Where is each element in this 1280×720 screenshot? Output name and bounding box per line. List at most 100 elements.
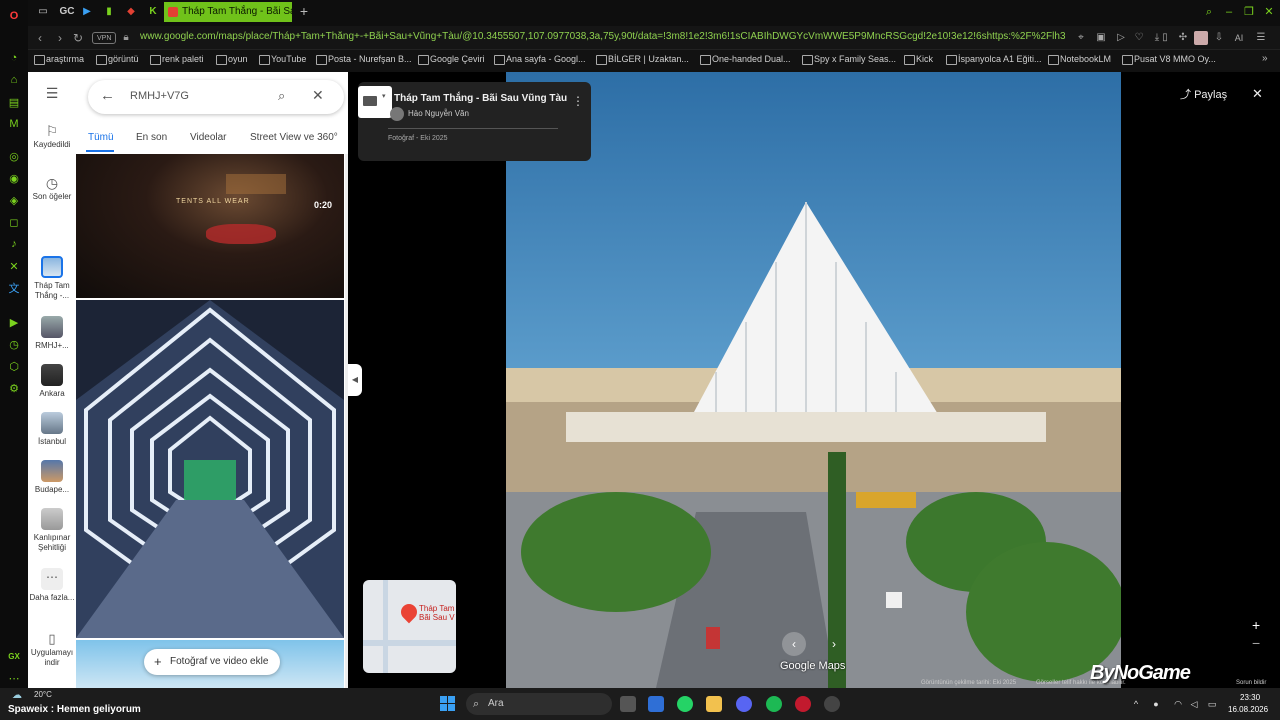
wifi-icon[interactable]: ◠: [1172, 698, 1184, 710]
task-view-icon[interactable]: [620, 696, 636, 712]
discord-icon[interactable]: ◈: [6, 192, 22, 208]
tab-videos[interactable]: Videolar: [190, 132, 227, 143]
photo-thumbnail-tunnel[interactable]: [76, 300, 344, 638]
opera-gx-icon[interactable]: [795, 696, 811, 712]
close-window-icon[interactable]: ✕: [1262, 5, 1276, 19]
translate-icon[interactable]: 文: [6, 280, 22, 296]
back-icon[interactable]: ‹: [32, 30, 48, 46]
main-photo[interactable]: [506, 72, 1121, 688]
settings-gear-icon[interactable]: ⚙: [6, 380, 22, 396]
bookmark-item[interactable]: BİLGER | Uzaktan...: [596, 54, 689, 65]
tab-workspace-icon[interactable]: ▭: [36, 5, 50, 19]
tiktok-icon[interactable]: ♪: [6, 236, 22, 252]
zoom-out-button[interactable]: −: [1252, 635, 1260, 651]
menu-icon[interactable]: ☰: [1254, 31, 1268, 45]
instagram-icon[interactable]: ◻: [6, 214, 22, 230]
nav-place-istanbul[interactable]: İstanbul: [28, 412, 76, 447]
video-popout-icon[interactable]: ▷: [1114, 31, 1128, 45]
bookmark-item[interactable]: One-handed Dual...: [700, 54, 791, 65]
gx-control-icon[interactable]: ◔: [6, 50, 22, 66]
tab-kick-icon[interactable]: K: [146, 5, 160, 19]
page-icon[interactable]: ▯: [1158, 31, 1172, 45]
bookmark-item[interactable]: YouTube: [259, 54, 306, 65]
more-options-icon[interactable]: ⋮: [572, 94, 584, 108]
tab-google-maps[interactable]: Tháp Tam Thắng - Bãi Sau: [164, 2, 292, 22]
bookmark-item[interactable]: görüntü: [96, 54, 139, 65]
taskbar-search[interactable]: ⌕ Ara: [466, 693, 612, 715]
mini-map[interactable]: Tháp Tam Bãi Sau V: [363, 580, 456, 673]
share-button[interactable]: ⤴ Paylaş: [1180, 86, 1227, 102]
search-icon[interactable]: ⌕: [278, 88, 285, 104]
add-photo-button[interactable]: + Fotoğraf ve video ekle: [144, 649, 280, 675]
player-icon[interactable]: ▶: [6, 314, 22, 330]
ai-button[interactable]: AI: [1230, 31, 1248, 45]
clock-date[interactable]: 16.08.2026: [1228, 705, 1268, 714]
reload-icon[interactable]: ↻: [70, 30, 86, 46]
bookmarks-overflow-icon[interactable]: »: [1262, 53, 1268, 64]
messenger-icon[interactable]: ◎: [6, 148, 22, 164]
search-tabs-icon[interactable]: ⌕: [1202, 5, 1216, 19]
tab-latest[interactable]: En son: [136, 132, 167, 143]
nav-recent[interactable]: ◷ Son öğeler: [28, 176, 76, 202]
restore-icon[interactable]: ❐: [1242, 5, 1256, 19]
nav-place-kanlipinar[interactable]: Kanlıpınar Şehitliği: [28, 508, 76, 553]
history-icon[interactable]: ◷: [6, 336, 22, 352]
pin-icon[interactable]: ⌖: [1074, 31, 1088, 45]
file-explorer-icon[interactable]: [706, 696, 722, 712]
discord-icon[interactable]: [736, 696, 752, 712]
minimize-icon[interactable]: –: [1222, 5, 1236, 19]
whatsapp-icon[interactable]: ◉: [6, 170, 22, 186]
next-photo-button[interactable]: ›: [822, 632, 846, 656]
bookmark-item[interactable]: Pusat V8 MMO Oy...: [1122, 54, 1216, 65]
forward-icon[interactable]: ›: [52, 30, 68, 46]
bookmark-item[interactable]: oyun: [216, 54, 248, 65]
windows-start-icon[interactable]: [440, 696, 456, 712]
nav-place-ankara[interactable]: Ankara: [28, 364, 76, 399]
search-input[interactable]: RMHJ+V7G: [130, 90, 189, 102]
thumbnails-toggle[interactable]: ▾: [358, 86, 392, 118]
tab-all[interactable]: Tümü: [88, 132, 114, 143]
clock-time[interactable]: 23:30: [1240, 693, 1260, 702]
bookmark-item[interactable]: NotebookLM: [1048, 54, 1111, 65]
bookmark-item[interactable]: Ana sayfa - Googl...: [494, 54, 586, 65]
steam-icon[interactable]: [824, 696, 840, 712]
photo-author[interactable]: Hảo Nguyễn Văn: [408, 109, 469, 118]
extension-image-icon[interactable]: [1194, 31, 1208, 45]
nav-more[interactable]: ⋯ Daha fazla...: [28, 568, 76, 603]
microphone-icon[interactable]: ●: [1150, 698, 1162, 710]
vpn-badge[interactable]: VPN: [92, 32, 117, 44]
tab-gc-icon[interactable]: GC: [58, 5, 76, 19]
lock-icon[interactable]: 🔒︎: [118, 30, 134, 46]
bookmark-item[interactable]: Spy x Family Seas...: [802, 54, 896, 65]
photo-place-title[interactable]: Tháp Tam Thắng - Bãi Sau Vũng Tàu: [394, 93, 567, 104]
close-icon[interactable]: ✕: [312, 87, 324, 104]
tab-game-icon[interactable]: ◆: [124, 5, 138, 19]
snapshot-icon[interactable]: ▣: [1094, 31, 1108, 45]
search-box[interactable]: ← RMHJ+V7G ⌕ ✕: [88, 80, 344, 114]
zoom-in-button[interactable]: +: [1252, 617, 1260, 633]
nav-place-rmhj[interactable]: RMHJ+...: [28, 316, 76, 351]
bookmark-item[interactable]: İspanyolca A1 Eğiti...: [946, 54, 1042, 65]
whatsapp-icon[interactable]: [677, 696, 693, 712]
tab-street-view[interactable]: Street View ve 360°: [250, 132, 338, 143]
prev-photo-button[interactable]: ‹: [782, 632, 806, 656]
collapse-panel-button[interactable]: ◀: [348, 364, 362, 396]
report-problem-link[interactable]: Sorun bildir: [1236, 680, 1266, 686]
nav-download-app[interactable]: ▯ Uygulamayı indir: [28, 632, 76, 668]
heart-icon[interactable]: ♡: [1132, 31, 1146, 45]
x-twitter-icon[interactable]: ✕: [6, 258, 22, 274]
nav-place-budapest[interactable]: Budape...: [28, 460, 76, 495]
download-tray-icon[interactable]: ⇩: [1212, 31, 1226, 45]
weather-status-text[interactable]: Spaweix : Hemen geliyorum: [8, 704, 141, 715]
bookmark-item[interactable]: renk paleti: [150, 54, 204, 65]
nav-saved[interactable]: ⚐ Kaydedildi: [28, 124, 76, 150]
weather-temp[interactable]: 20°C: [34, 690, 52, 699]
extensions-icon[interactable]: ⬡: [6, 358, 22, 374]
video-thumbnail[interactable]: TENTS ALL WEAR: [76, 154, 344, 298]
tab-bars-icon[interactable]: ▮: [102, 5, 116, 19]
back-arrow-icon[interactable]: ←: [100, 87, 115, 104]
avatar[interactable]: [390, 107, 404, 121]
bookmark-item[interactable]: Kick: [904, 54, 933, 65]
bookmark-item[interactable]: araştırma: [34, 54, 84, 65]
bookmark-item[interactable]: Posta - Nurefşan B...: [316, 54, 412, 65]
